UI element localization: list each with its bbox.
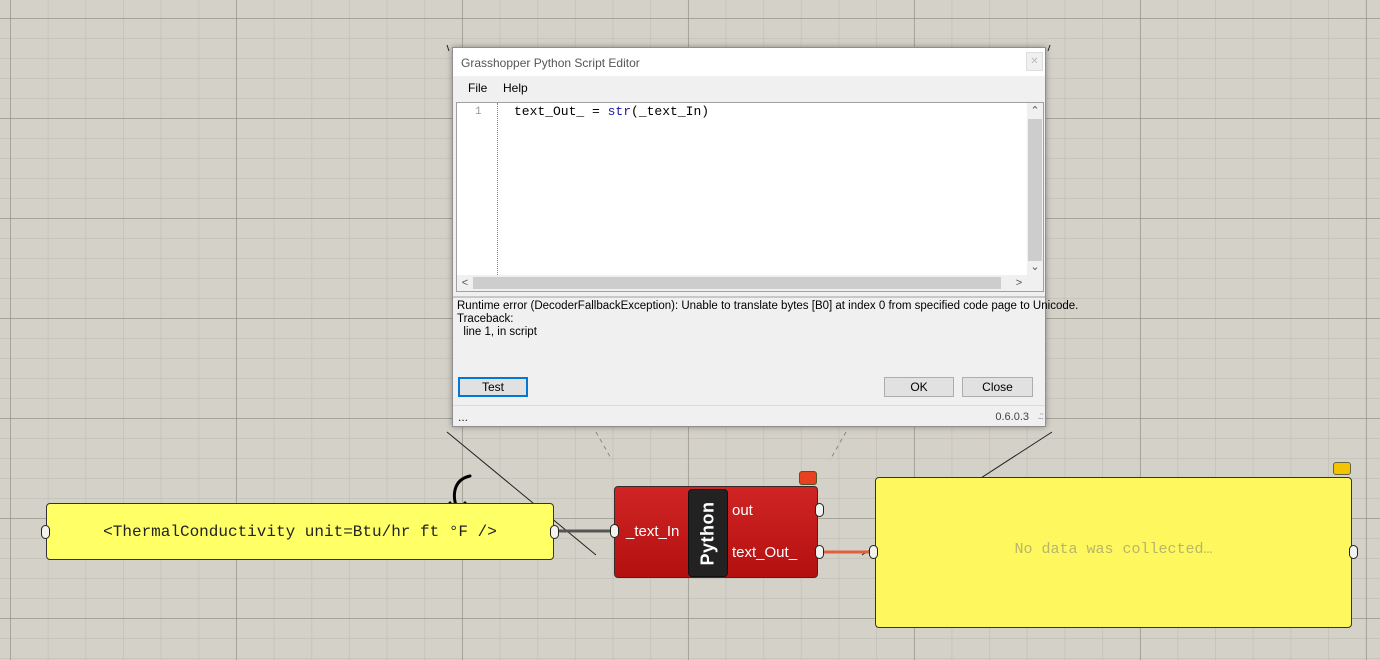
zoom-dashed-left xyxy=(595,431,613,461)
zoom-dashed-right xyxy=(829,431,847,461)
menu-file[interactable]: File xyxy=(468,81,487,95)
editor-tick-right xyxy=(1047,44,1051,52)
scroll-left-icon[interactable]: < xyxy=(457,275,473,291)
output-panel-text: No data was collected… xyxy=(1014,541,1213,558)
output-panel-left-grip[interactable] xyxy=(869,545,878,559)
editor-tick-left xyxy=(446,44,450,52)
vertical-scrollbar[interactable]: ⌃ ⌄ xyxy=(1027,103,1043,277)
line-number: 1 xyxy=(475,106,482,118)
component-output-grip-out[interactable] xyxy=(815,503,824,517)
error-badge-icon[interactable] xyxy=(799,471,817,485)
input-panel[interactable]: <ThermalConductivity unit=Btu/hr ft °F /… xyxy=(46,503,554,560)
input-panel-text: <ThermalConductivity unit=Btu/hr ft °F /… xyxy=(103,522,497,541)
panel-message-badge-icon[interactable] xyxy=(1333,462,1351,475)
menu-bar: File Help xyxy=(453,78,1045,100)
version-label: 0.6.0.3 xyxy=(995,411,1029,423)
input-port-text-in[interactable]: _text_In xyxy=(626,523,679,540)
python-component-name: Python xyxy=(697,501,718,565)
output-panel-right-grip[interactable] xyxy=(1349,545,1358,559)
output-port-text-out[interactable]: text_Out_ xyxy=(732,544,797,561)
resize-grip-icon[interactable]: .:: xyxy=(1038,411,1044,422)
code-arguments: (_text_In) xyxy=(631,104,710,119)
menu-help[interactable]: Help xyxy=(503,81,528,95)
test-button[interactable]: Test xyxy=(458,377,528,397)
python-component-label-box: Python xyxy=(688,489,728,577)
ok-button[interactable]: OK xyxy=(884,377,954,397)
component-input-grip[interactable] xyxy=(610,524,619,538)
code-function: str xyxy=(607,104,632,119)
status-text: ... xyxy=(458,410,469,424)
close-button[interactable]: Close xyxy=(962,377,1033,397)
input-panel-left-grip[interactable] xyxy=(41,525,50,539)
vertical-scroll-thumb[interactable] xyxy=(1028,119,1042,261)
python-script-editor-window: Grasshopper Python Script Editor ✕ File … xyxy=(452,47,1079,428)
input-panel-right-grip[interactable] xyxy=(550,525,559,539)
scroll-down-icon[interactable]: ⌄ xyxy=(1027,259,1043,275)
output-line-error: Runtime error (DecoderFallbackException)… xyxy=(457,300,1079,312)
horizontal-scrollbar[interactable]: < > xyxy=(457,275,1043,291)
close-icon: ✕ xyxy=(1030,56,1039,67)
output-line-location: line 1, in script xyxy=(457,326,537,338)
status-bar: ... 0.6.0.3 .:: xyxy=(453,405,1045,428)
editor-title: Grasshopper Python Script Editor xyxy=(461,56,640,70)
scroll-up-icon[interactable]: ⌃ xyxy=(1027,103,1043,119)
output-panel[interactable]: No data was collected… xyxy=(875,477,1352,628)
output-splitter[interactable] xyxy=(453,296,1045,298)
code-line-1[interactable]: text_Out_ = str(_text_In) xyxy=(514,104,709,119)
scroll-right-icon[interactable]: > xyxy=(1011,275,1027,291)
output-port-out[interactable]: out xyxy=(732,502,753,519)
code-assignment: text_Out_ = xyxy=(514,104,608,119)
output-console: Runtime error (DecoderFallbackException)… xyxy=(457,300,1079,339)
code-editor[interactable]: 1 text_Out_ = str(_text_In) ⌃ ⌄ < > xyxy=(456,102,1044,292)
line-number-gutter: 1 xyxy=(457,103,498,277)
horizontal-scroll-thumb[interactable] xyxy=(473,277,1001,289)
output-line-traceback: Traceback: xyxy=(457,313,514,325)
window-close-button[interactable]: ✕ xyxy=(1026,52,1043,71)
component-output-grip-text-out[interactable] xyxy=(815,545,824,559)
editor-titlebar[interactable]: Grasshopper Python Script Editor ✕ xyxy=(453,48,1045,76)
